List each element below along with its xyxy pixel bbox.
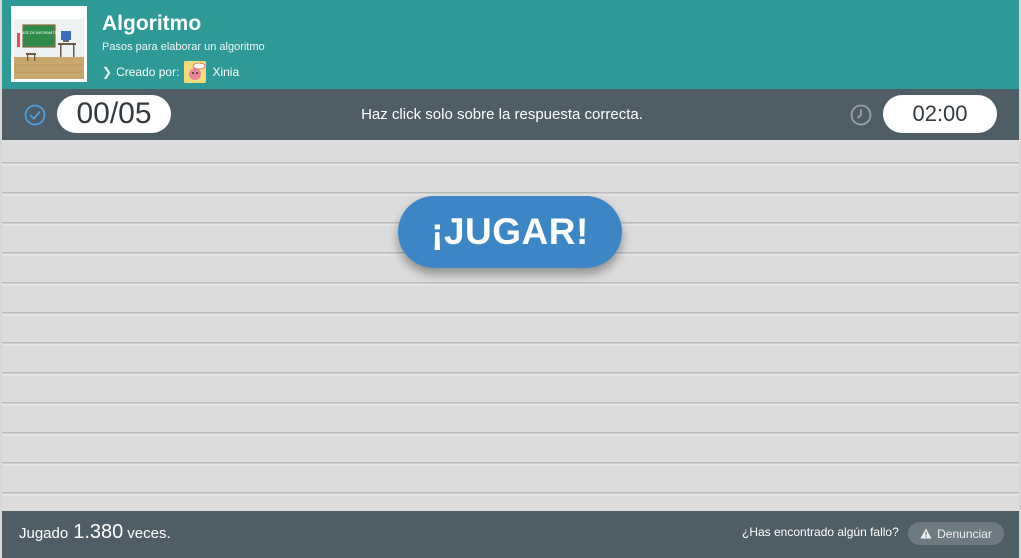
chevron-right-icon: ❯ [102,65,113,79]
board-text: CLASE DE INFORMÁTICA [17,31,61,35]
report-label[interactable]: Denunciar [937,527,992,541]
game-footer: Jugado 1.380 veces. ¿Has encontrado algú… [2,511,1019,558]
avatar-image [184,61,207,83]
bug-report-question: ¿Has encontrado algún fallo? [742,525,899,539]
game-description: Pasos para elaborar un algoritmo [102,41,265,53]
clock-icon [850,104,872,126]
timer-display: 02:00 [883,95,997,133]
game-container: CLASE DE INFORMÁTICA Algoritmo Pasos par… [0,0,1021,558]
game-stage: ¡JUGAR! [2,140,1019,511]
score-counter: 00/05 [57,95,171,133]
play-count-suffix: veces. [127,525,171,542]
play-count-prefix: Jugado [19,525,69,542]
game-header: CLASE DE INFORMÁTICA Algoritmo Pasos par… [2,0,1019,89]
created-by-label: Creado por: [116,65,180,79]
game-status-bar: 00/05 Haz click solo sobre la respuesta … [2,89,1019,140]
author-avatar[interactable] [184,61,207,83]
author-name[interactable]: Xinia [212,65,239,79]
check-circle-icon [24,104,46,126]
creator-line: ❯ Creado por: Xinia [102,60,239,84]
instruction-text: Haz click solo sobre la respuesta correc… [361,106,643,123]
play-button[interactable]: ¡JUGAR! [398,196,622,268]
warning-icon [920,528,932,539]
game-thumbnail[interactable]: CLASE DE INFORMÁTICA [11,6,87,82]
game-title[interactable]: Algoritmo [102,12,201,36]
classroom-image: CLASE DE INFORMÁTICA [14,9,84,79]
play-count: Jugado 1.380 veces. [19,521,171,547]
play-count-number: 1.380 [73,521,124,543]
report-button[interactable]: Denunciar [908,522,1004,545]
